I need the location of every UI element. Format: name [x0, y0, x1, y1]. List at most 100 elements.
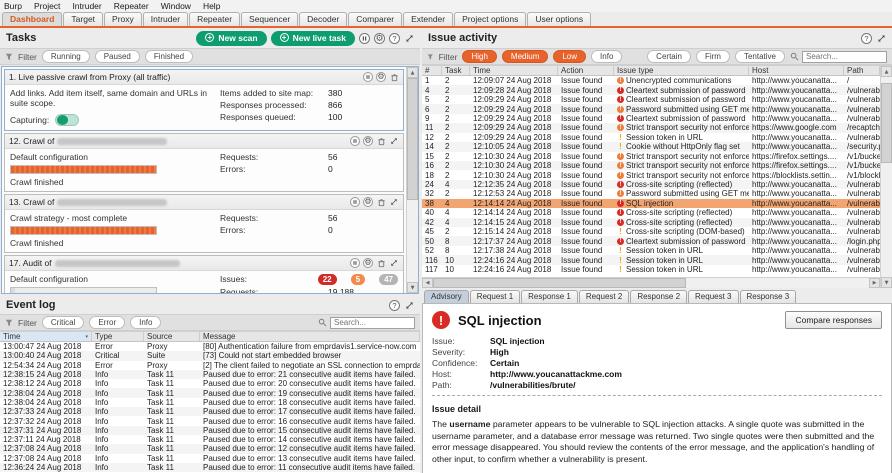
- column-header-action[interactable]: Action: [558, 66, 614, 75]
- table-row[interactable]: 12:38:12 24 Aug 2018InfoTask 11Paused du…: [0, 379, 420, 388]
- tab-proxy[interactable]: Proxy: [104, 12, 142, 26]
- table-row[interactable]: 12:37:11 24 Aug 2018InfoTask 11Paused du…: [0, 435, 420, 444]
- menu-item-project[interactable]: Project: [34, 1, 60, 11]
- table-row[interactable]: 12:38:04 24 Aug 2018InfoTask 11Paused du…: [0, 388, 420, 397]
- table-row[interactable]: 12:37:08 24 Aug 2018InfoTask 11Paused du…: [0, 454, 420, 463]
- menu-item-help[interactable]: Help: [203, 1, 220, 11]
- scroll-left-icon[interactable]: ◀: [422, 278, 433, 288]
- column-header-num[interactable]: #: [422, 66, 442, 75]
- confidence-filter-certain[interactable]: Certain: [647, 50, 691, 63]
- delete-task-icon[interactable]: [376, 197, 386, 207]
- issue-row[interactable]: 4212:09:28 24 Aug 2018Issue found!Cleart…: [422, 85, 880, 94]
- table-row[interactable]: 12:38:04 24 Aug 2018InfoTask 11Paused du…: [0, 398, 420, 407]
- task-card[interactable]: 12. Crawl of⚙Default configurationCrawl …: [4, 133, 404, 192]
- column-header-task[interactable]: Task: [442, 66, 470, 75]
- detail-tab-response-1[interactable]: Response 1: [521, 290, 578, 303]
- expand-task-icon[interactable]: [389, 197, 399, 207]
- detail-tab-response-2[interactable]: Response 2: [630, 290, 687, 303]
- column-header-source[interactable]: Source: [144, 332, 200, 341]
- help-icon[interactable]: ?: [389, 300, 400, 311]
- tab-intruder[interactable]: Intruder: [143, 12, 188, 26]
- tab-target[interactable]: Target: [63, 12, 103, 26]
- scroll-right-icon[interactable]: ▶: [869, 278, 880, 288]
- menu-item-repeater[interactable]: Repeater: [114, 1, 149, 11]
- issue-row[interactable]: 1212:09:07 24 Aug 2018Issue found!Unencr…: [422, 76, 880, 85]
- task-filter-finished[interactable]: Finished: [145, 50, 193, 63]
- tab-decoder[interactable]: Decoder: [299, 12, 347, 26]
- help-icon[interactable]: ?: [389, 33, 400, 44]
- event-filter-critical[interactable]: Critical: [42, 316, 84, 329]
- delete-task-icon[interactable]: [389, 72, 399, 82]
- expand-panel-icon[interactable]: [876, 33, 886, 43]
- event-filter-info[interactable]: Info: [130, 316, 161, 329]
- issue-row[interactable]: 45212:15:14 24 Aug 2018Issue found!Cross…: [422, 227, 880, 236]
- tab-repeater[interactable]: Repeater: [189, 12, 240, 26]
- issue-row[interactable]: 1171012:24:16 24 Aug 2018Issue found!Ses…: [422, 265, 880, 274]
- detail-tab-advisory[interactable]: Advisory: [424, 290, 469, 303]
- scroll-up-icon[interactable]: ▲: [407, 67, 418, 78]
- table-row[interactable]: 13:00:47 24 Aug 2018ErrorProxy[80] Authe…: [0, 342, 420, 351]
- expand-task-icon[interactable]: [389, 258, 399, 268]
- detail-tab-request-1[interactable]: Request 1: [470, 290, 520, 303]
- expand-panel-icon[interactable]: [404, 300, 414, 310]
- column-header-type[interactable]: Type: [92, 332, 144, 341]
- menu-item-window[interactable]: Window: [161, 1, 191, 11]
- issue-row[interactable]: 38412:14:14 24 Aug 2018Issue found!SQL i…: [422, 199, 880, 208]
- table-row[interactable]: 13:00:40 24 Aug 2018CriticalSuite[73] Co…: [0, 351, 420, 360]
- task-settings-gear-icon[interactable]: ⚙: [363, 258, 373, 268]
- settings-gear-icon[interactable]: ⚙: [374, 33, 385, 44]
- issue-row[interactable]: 1161012:24:16 24 Aug 2018Issue found!Ses…: [422, 255, 880, 264]
- table-row[interactable]: 12:37:33 24 Aug 2018InfoTask 11Paused du…: [0, 407, 420, 416]
- menu-item-burp[interactable]: Burp: [4, 1, 22, 11]
- table-row[interactable]: 12:37:32 24 Aug 2018InfoTask 11Paused du…: [0, 416, 420, 425]
- table-row[interactable]: 12:54:34 24 Aug 2018ErrorProxy[2] The cl…: [0, 361, 420, 370]
- severity-filter-medium[interactable]: Medium: [502, 50, 548, 63]
- issue-row[interactable]: 16212:10:30 24 Aug 2018Issue found!Stric…: [422, 161, 880, 170]
- column-header-host[interactable]: Host: [749, 66, 844, 75]
- task-filter-running[interactable]: Running: [42, 50, 90, 63]
- issue-scrollbar[interactable]: ▲ ▼: [880, 66, 892, 288]
- tab-user-options[interactable]: User options: [527, 12, 591, 26]
- tab-project-options[interactable]: Project options: [454, 12, 526, 26]
- tab-extender[interactable]: Extender: [403, 12, 453, 26]
- expand-panel-icon[interactable]: [404, 33, 414, 43]
- pause-task-icon[interactable]: [350, 197, 360, 207]
- new-scan-button[interactable]: +New scan: [196, 31, 266, 46]
- table-row[interactable]: 12:36:24 24 Aug 2018InfoTask 11Paused du…: [0, 463, 420, 472]
- task-filter-paused[interactable]: Paused: [95, 50, 140, 63]
- confidence-filter-firm[interactable]: Firm: [696, 50, 730, 63]
- pause-task-icon[interactable]: [363, 72, 373, 82]
- tab-comparer[interactable]: Comparer: [348, 12, 402, 26]
- issue-row[interactable]: 50812:17:37 24 Aug 2018Issue found!Clear…: [422, 236, 880, 245]
- table-row[interactable]: 12:37:31 24 Aug 2018InfoTask 11Paused du…: [0, 426, 420, 435]
- table-row[interactable]: 12:37:08 24 Aug 2018InfoTask 11Paused du…: [0, 444, 420, 453]
- issue-row[interactable]: 9212:09:29 24 Aug 2018Issue found!Cleart…: [422, 114, 880, 123]
- task-card[interactable]: 13. Crawl of⚙Crawl strategy - most compl…: [4, 194, 404, 253]
- task-settings-gear-icon[interactable]: ⚙: [376, 72, 386, 82]
- issue-row[interactable]: 18212:10:30 24 Aug 2018Issue found!Stric…: [422, 170, 880, 179]
- issue-row[interactable]: 12212:09:29 24 Aug 2018Issue found!Sessi…: [422, 133, 880, 142]
- pause-all-icon[interactable]: [359, 33, 370, 44]
- tasks-scrollbar[interactable]: ▲ ▼: [406, 67, 418, 293]
- column-header-message[interactable]: Message: [200, 332, 420, 341]
- issue-row[interactable]: 15212:10:30 24 Aug 2018Issue found!Stric…: [422, 152, 880, 161]
- pause-task-icon[interactable]: [350, 258, 360, 268]
- detail-tab-response-3[interactable]: Response 3: [740, 290, 797, 303]
- capturing-toggle[interactable]: [55, 114, 79, 126]
- event-filter-error[interactable]: Error: [89, 316, 125, 329]
- table-row[interactable]: 12:38:15 24 Aug 2018InfoTask 11Paused du…: [0, 370, 420, 379]
- scroll-down-icon[interactable]: ▼: [407, 282, 418, 293]
- issue-row[interactable]: 6212:09:29 24 Aug 2018Issue found!Passwo…: [422, 104, 880, 113]
- scroll-up-icon[interactable]: ▲: [881, 66, 892, 77]
- column-header-issue-type[interactable]: Issue type: [614, 66, 749, 75]
- issue-row[interactable]: 40412:14:14 24 Aug 2018Issue found!Cross…: [422, 208, 880, 217]
- pause-task-icon[interactable]: [350, 136, 360, 146]
- tab-dashboard[interactable]: Dashboard: [2, 12, 62, 26]
- new-live-task-button[interactable]: +New live task: [271, 31, 355, 46]
- issue-row[interactable]: 24412:12:35 24 Aug 2018Issue found!Cross…: [422, 180, 880, 189]
- column-header-path[interactable]: Path: [844, 66, 880, 75]
- task-settings-gear-icon[interactable]: ⚙: [363, 136, 373, 146]
- detail-tab-request-2[interactable]: Request 2: [579, 290, 629, 303]
- task-card[interactable]: 1. Live passive crawl from Proxy (all tr…: [4, 69, 404, 131]
- severity-filter-high[interactable]: High: [462, 50, 496, 63]
